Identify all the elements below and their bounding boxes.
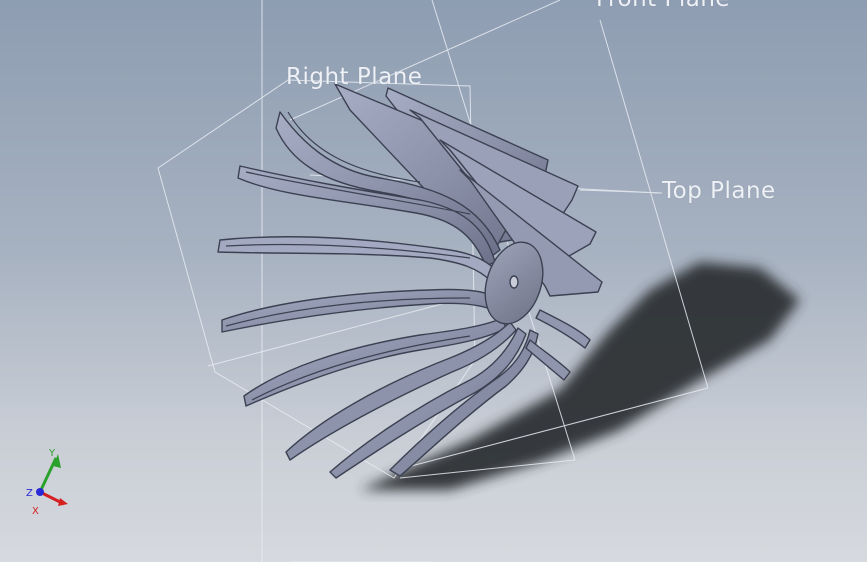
reference-triad: Y Z X — [26, 448, 68, 517]
z-axis-icon — [36, 488, 44, 496]
graphics-viewport[interactable] — [0, 0, 867, 562]
z-label: Z — [26, 488, 33, 499]
y-axis-icon — [38, 457, 58, 493]
x-axis-arrow-icon — [58, 498, 68, 506]
front-plane-label[interactable]: Front Plane — [596, 0, 730, 12]
x-label: X — [32, 506, 39, 517]
hub-bore — [509, 275, 519, 289]
blade[interactable] — [535, 309, 591, 349]
y-label: Y — [48, 448, 56, 459]
blade[interactable] — [217, 236, 501, 283]
top-plane-label[interactable]: Top Plane — [662, 178, 776, 204]
right-plane-label[interactable]: Right Plane — [286, 64, 422, 90]
